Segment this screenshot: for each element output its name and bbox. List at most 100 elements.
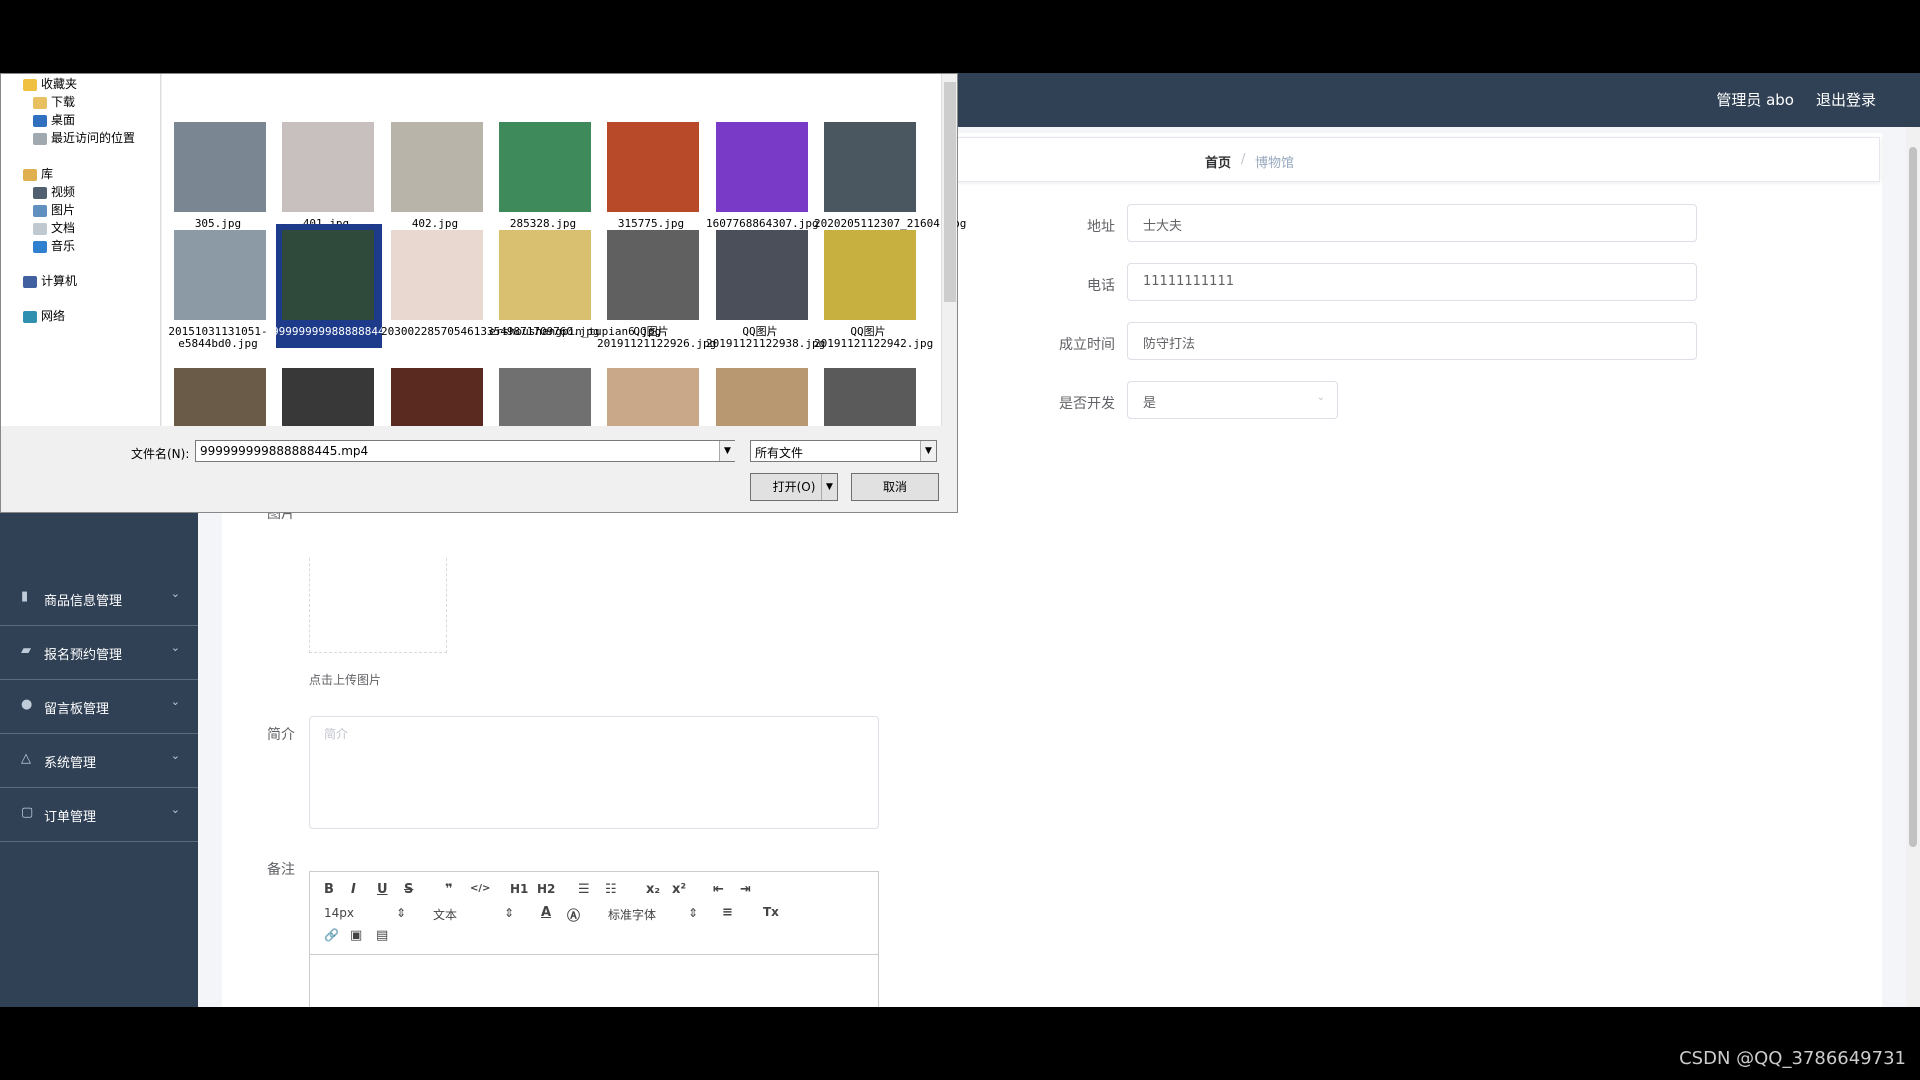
font-family-select[interactable]: 标准字体 <box>608 906 656 923</box>
scrollbar-thumb[interactable] <box>944 82 956 302</box>
chevron-down-icon[interactable]: ▼ <box>719 441 735 461</box>
file-name[interactable]: 315775.jpg <box>597 218 705 230</box>
h2-button[interactable]: H2 <box>537 882 555 896</box>
video-icon[interactable]: ▤ <box>376 928 388 943</box>
file-grid-scrollbar[interactable] <box>941 74 957 426</box>
link-icon[interactable]: 🔗 <box>324 928 339 942</box>
file-grid: 305.jpg401.jpg402.jpg285328.jpg315775.jp… <box>162 74 966 488</box>
tree-item-favorites[interactable]: 收藏夹 <box>23 75 77 92</box>
sidebar-item-orders[interactable]: ▢ 订单管理 ⌄ <box>0 788 198 842</box>
subscript-button[interactable]: x₂ <box>646 882 660 897</box>
tree-item-pictures[interactable]: 图片 <box>33 201 75 218</box>
file-thumbnail[interactable] <box>282 122 374 212</box>
file-thumbnail[interactable] <box>607 122 699 212</box>
file-thumbnail[interactable] <box>824 122 916 212</box>
strike-button[interactable]: S <box>404 882 413 897</box>
phone-input[interactable]: 11111111111 <box>1127 263 1697 301</box>
italic-button[interactable]: I <box>351 882 356 897</box>
cancel-button[interactable]: 取消 <box>851 473 939 501</box>
intro-textarea[interactable]: 简介 <box>309 716 879 829</box>
file-name[interactable]: 999999999888888445.mp4 <box>272 326 418 338</box>
file-name[interactable]: 1607768864307.jpg <box>706 218 819 230</box>
indent-button[interactable]: ⇥ <box>740 882 751 897</box>
doc-icon <box>33 222 47 235</box>
file-thumbnail[interactable] <box>716 122 808 212</box>
file-thumbnail[interactable] <box>174 122 266 212</box>
file-name[interactable]: 20300228570546133549871709760.jpg <box>381 326 600 338</box>
tree-item-documents[interactable]: 文档 <box>33 219 75 236</box>
h1-button[interactable]: H1 <box>510 882 528 896</box>
file-thumbnail[interactable] <box>174 230 266 320</box>
tree-item-label: 下载 <box>51 95 76 109</box>
page-scrollbar[interactable] <box>1906 127 1920 1007</box>
ordered-list-button[interactable]: ☰ <box>578 882 590 897</box>
logout-link[interactable]: 退出登录 <box>1816 89 1876 110</box>
video-icon <box>33 186 47 199</box>
file-thumbnail[interactable] <box>391 230 483 320</box>
founded-input[interactable]: 防守打法 <box>1127 322 1697 360</box>
text-type-select[interactable]: 文本 <box>433 906 457 923</box>
outdent-button[interactable]: ⇤ <box>713 882 724 897</box>
align-button[interactable]: ≡ <box>722 905 733 920</box>
font-size-select[interactable]: 14px <box>324 906 354 920</box>
file-thumbnail[interactable] <box>607 230 699 320</box>
image-icon[interactable]: ▣ <box>350 928 362 943</box>
tree-item-downloads[interactable]: 下载 <box>33 93 75 110</box>
filename-input[interactable]: 999999999888888445.mp4 <box>195 440 735 462</box>
breadcrumb: 首页 / 博物馆 <box>955 137 1880 182</box>
file-thumbnail[interactable] <box>282 230 374 320</box>
tree-item-label: 计算机 <box>41 274 78 288</box>
tree-item-label: 库 <box>41 167 54 181</box>
dialog-footer: 文件名(N): 999999999888888445.mp4 ▼ 所有文件 ▼ … <box>1 426 957 512</box>
open-select[interactable]: 是 ⌄ <box>1127 381 1338 419</box>
tree-item-network[interactable]: 网络 <box>23 307 65 324</box>
folder-tree: 收藏夹 下载 桌面 最近访问的位置 库 视频 图片 文档 音乐 计算机 网络 <box>1 74 161 426</box>
file-name[interactable]: 2020205112307_21604.jpg <box>814 218 966 230</box>
file-name[interactable]: QQ图片20191121122942.jpg <box>814 326 933 350</box>
bar-chart-icon: ▮ <box>21 589 29 604</box>
scrollbar-thumb[interactable] <box>1909 147 1917 847</box>
image-upload-box[interactable] <box>309 558 447 653</box>
sidebar-item-messages[interactable]: ● 留言板管理 ⌄ <box>0 680 198 734</box>
quote-button[interactable]: ❞ <box>445 882 453 897</box>
breadcrumb-home[interactable]: 首页 <box>1205 152 1231 171</box>
font-color-button[interactable]: A <box>541 905 551 920</box>
code-button[interactable]: </> <box>470 883 490 894</box>
tree-item-videos[interactable]: 视频 <box>33 183 75 200</box>
tree-item-library[interactable]: 库 <box>23 165 53 182</box>
tree-item-music[interactable]: 音乐 <box>33 237 75 254</box>
underline-button[interactable]: U <box>377 882 388 897</box>
chevron-updown-icon: ⇕ <box>688 906 699 920</box>
bullet-list-button[interactable]: ☷ <box>605 882 617 897</box>
file-name[interactable]: 285328.jpg <box>489 218 597 230</box>
chevron-updown-icon: ⇕ <box>504 906 515 920</box>
file-thumbnail[interactable] <box>499 230 591 320</box>
tree-item-computer[interactable]: 计算机 <box>23 272 77 289</box>
tree-item-recent[interactable]: 最近访问的位置 <box>33 129 135 146</box>
file-name[interactable]: QQ图片20191121122926.jpg <box>597 326 716 350</box>
background-color-button[interactable]: Ⓐ <box>567 905 580 924</box>
tree-item-desktop[interactable]: 桌面 <box>33 111 75 128</box>
bold-button[interactable]: B <box>324 882 334 897</box>
file-name[interactable]: QQ图片20191121122938.jpg <box>706 326 825 350</box>
file-name[interactable]: ershoushangpin_tupian6.jpg <box>489 326 661 338</box>
sidebar-item-system[interactable]: △ 系统管理 ⌄ <box>0 734 198 788</box>
sidebar-item-booking[interactable]: ▰ 报名预约管理 ⌄ <box>0 626 198 680</box>
file-thumbnail[interactable] <box>716 230 808 320</box>
file-thumbnail[interactable] <box>499 122 591 212</box>
sidebar-item-label: 报名预约管理 <box>44 648 123 663</box>
clear-format-button[interactable]: Tx <box>763 905 779 919</box>
superscript-button[interactable]: x² <box>672 882 686 897</box>
tree-item-label: 图片 <box>51 203 76 217</box>
file-name[interactable]: 305.jpg <box>164 218 272 230</box>
address-input[interactable]: 士大夫 <box>1127 204 1697 242</box>
file-name[interactable]: 402.jpg <box>381 218 489 230</box>
chevron-down-icon[interactable]: ▼ <box>821 474 837 500</box>
filetype-select[interactable]: 所有文件 <box>750 440 937 462</box>
open-button[interactable]: 打开(O) ▼ <box>750 473 838 501</box>
file-thumbnail[interactable] <box>391 122 483 212</box>
chevron-down-icon[interactable]: ▼ <box>920 441 936 461</box>
file-thumbnail[interactable] <box>824 230 916 320</box>
sidebar-item-goods[interactable]: ▮ 商品信息管理 ⌄ <box>0 572 198 626</box>
file-name[interactable]: 20151031131051-e5844bd0.jpg <box>164 326 272 350</box>
